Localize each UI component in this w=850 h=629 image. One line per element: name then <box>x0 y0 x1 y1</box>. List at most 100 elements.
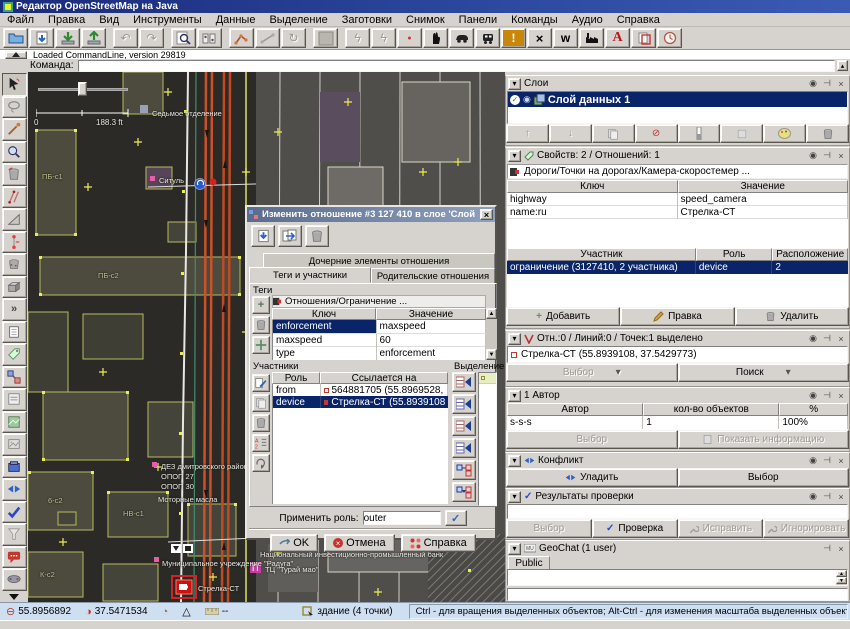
property-row[interactable]: name:ru Стрелка-СТ <box>507 206 848 219</box>
download-members-button[interactable] <box>452 460 476 480</box>
member-edit-button[interactable] <box>252 374 270 392</box>
geochat-input[interactable] <box>507 588 848 601</box>
tag-row[interactable]: maxspeed 60 <box>273 333 486 346</box>
scroll-up-icon[interactable]: ▲ <box>486 308 497 319</box>
transit-button[interactable] <box>475 28 500 48</box>
visibility-eye-icon[interactable]: ◉ <box>523 94 531 105</box>
sticky-icon[interactable]: ◉ <box>807 333 819 344</box>
address-button[interactable]: A <box>605 28 630 48</box>
menu-audio[interactable]: Аудио <box>565 13 610 27</box>
close-icon[interactable]: × <box>835 333 847 344</box>
dropdown-arrow-icon[interactable]: ▾ <box>616 367 621 378</box>
tag-table-scrollbar[interactable]: ▲ ▼ <box>486 308 497 360</box>
properties-preset-row[interactable]: Дороги/Точки на дорогах/Камера-скоростем… <box>507 164 848 179</box>
zoom-slider[interactable] <box>38 82 130 96</box>
delete-tool[interactable] <box>2 163 27 186</box>
collapse-button[interactable]: ▾ <box>508 455 521 467</box>
add-tag-button[interactable]: + <box>252 296 270 314</box>
selection-item[interactable]: Стрелка-СТ (55.8939108, 37.5429773) <box>508 347 847 362</box>
delete-tag-button[interactable]: × <box>527 28 552 48</box>
layer-delete-button[interactable] <box>806 124 849 143</box>
pin-icon[interactable]: ⊣ <box>821 333 833 344</box>
sticky-icon[interactable]: ◉ <box>807 150 819 161</box>
authors-select-button[interactable]: Выбор <box>506 430 678 449</box>
menu-help[interactable]: Справка <box>610 13 667 27</box>
car-route-button[interactable] <box>449 28 474 48</box>
help-button[interactable]: Справка <box>401 534 476 552</box>
tab-tags-members[interactable]: Теги и участники <box>249 267 371 283</box>
upload-button[interactable] <box>81 28 106 48</box>
role-header[interactable]: Роль <box>272 372 320 384</box>
notes-toggle[interactable] <box>2 321 27 344</box>
collapse-button[interactable]: ▾ <box>508 390 521 402</box>
sync-selection-button[interactable] <box>452 416 476 436</box>
select-tool[interactable] <box>2 73 27 96</box>
close-icon[interactable]: × <box>835 78 847 89</box>
validation-select-button[interactable]: Выбор <box>506 519 592 538</box>
sync-selection-button[interactable] <box>452 438 476 458</box>
key-header[interactable]: Ключ <box>507 180 678 193</box>
tag-row[interactable]: enforcement maxspeed <box>273 320 486 333</box>
menu-file[interactable]: Файл <box>0 13 41 27</box>
parallel-way-tool[interactable] <box>2 186 27 209</box>
layer-merge-button[interactable] <box>592 124 635 143</box>
factory-button[interactable] <box>579 28 604 48</box>
count-header[interactable]: кол-во объектов <box>643 403 779 416</box>
collapse-button[interactable]: ▾ <box>508 543 521 555</box>
layer-row[interactable]: ✓ ◉ Слой данных 1 <box>508 92 847 107</box>
command-history-button[interactable]: ▴ <box>837 60 848 71</box>
extrude-tool[interactable] <box>2 276 27 299</box>
collapse-button[interactable]: ▾ <box>508 78 521 90</box>
wms-button[interactable]: ϟ <box>345 28 370 48</box>
pin-icon[interactable]: ⊣ <box>821 491 833 502</box>
collapse-button[interactable]: ▾ <box>508 150 521 162</box>
paste-tags-button[interactable] <box>252 336 270 354</box>
membership-row[interactable]: ограничение (3127410, 2 участника) devic… <box>507 261 848 274</box>
dropdown-arrow-icon[interactable]: ▾ <box>786 367 791 378</box>
edit-way-button[interactable] <box>255 28 280 48</box>
conflict-toggle[interactable] <box>2 478 27 501</box>
percent-header[interactable]: % <box>779 403 848 416</box>
menu-commands[interactable]: Команды <box>504 13 565 27</box>
toolbar-scroll-down[interactable] <box>9 594 19 600</box>
value-header[interactable]: Значение <box>678 180 849 193</box>
selection-select-button[interactable]: Выбор▾ <box>506 363 678 382</box>
active-layer-check-icon[interactable]: ✓ <box>510 95 520 105</box>
pin-icon[interactable]: ⊣ <box>821 390 833 401</box>
tag-row[interactable]: type enforcement <box>273 346 486 359</box>
menu-imagery[interactable]: Снимок <box>399 13 452 27</box>
delete-property-button[interactable]: Удалить <box>735 307 849 326</box>
sync-selection-button[interactable] <box>452 372 476 392</box>
member-sort-button[interactable]: A2 <box>252 434 270 452</box>
sticky-icon[interactable]: ◉ <box>807 390 819 401</box>
relations-toggle[interactable] <box>2 366 27 389</box>
sticky-icon[interactable]: ◉ <box>807 491 819 502</box>
close-icon[interactable]: × <box>835 491 847 502</box>
author-row[interactable]: s-s-s 1 100% <box>507 416 848 429</box>
sticky-icon[interactable]: ◉ <box>807 78 819 89</box>
validator-toggle[interactable] <box>2 501 27 524</box>
pin-icon[interactable]: ⊣ <box>821 150 833 161</box>
selection-search-button[interactable]: Поиск▾ <box>678 363 850 382</box>
sync-selection-button[interactable] <box>452 394 476 414</box>
close-icon[interactable]: × <box>835 150 847 161</box>
restriction-button[interactable]: ! <box>501 28 526 48</box>
scroll-up-icon[interactable]: ▲ <box>836 570 847 577</box>
pin-icon[interactable]: ⊣ <box>821 543 833 554</box>
property-row[interactable]: highway speed_camera <box>507 193 848 206</box>
filter-toggle[interactable] <box>2 523 27 546</box>
layer-visibility-button[interactable]: ⊘ <box>635 124 678 143</box>
collapse-notification-button[interactable] <box>5 51 27 59</box>
time-button[interactable] <box>657 28 682 48</box>
delete-gps-tool[interactable] <box>2 253 27 276</box>
geochat-tab-public[interactable]: Public <box>508 556 550 569</box>
scroll-down-icon[interactable]: ▼ <box>836 577 847 584</box>
delete-tag-button[interactable] <box>252 316 270 334</box>
member-delete-button[interactable] <box>252 414 270 432</box>
key-header[interactable]: Ключ <box>272 308 376 320</box>
copy-tags-button[interactable] <box>631 28 656 48</box>
dialog-title-bar[interactable]: Изменить отношение #3 127 410 в слое 'Сл… <box>247 207 495 222</box>
collapse-button[interactable]: ▾ <box>508 333 521 345</box>
authors-info-button[interactable]: Показать информацию <box>678 430 850 449</box>
tags-toggle[interactable] <box>2 343 27 366</box>
